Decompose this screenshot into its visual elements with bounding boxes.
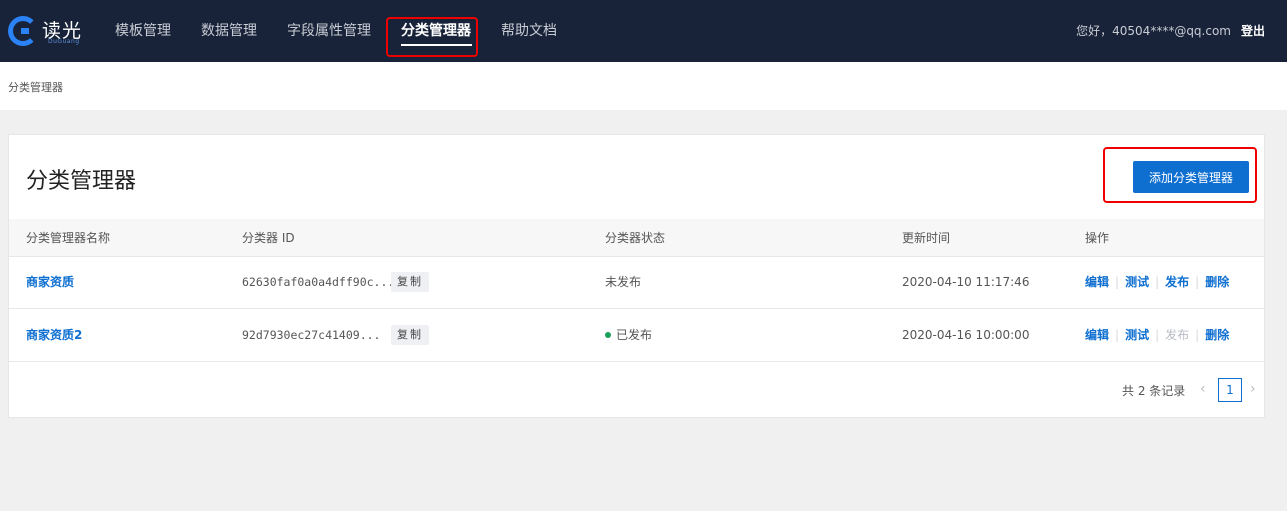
classifier-name-link[interactable]: 商家资质2 — [26, 309, 82, 362]
pagination-total: 共 2 条记录 — [1122, 384, 1186, 398]
nav-item-classifier-manager[interactable]: 分类管理器 — [401, 0, 471, 62]
published-dot-icon — [605, 332, 611, 338]
edit-link[interactable]: 编辑 — [1085, 328, 1109, 342]
header-id: 分类器 ID — [242, 231, 295, 245]
header-actions: 操作 — [1085, 231, 1110, 245]
classifier-id: 62630faf0a0a4dff90c... — [242, 275, 395, 289]
top-navbar: 读光 DuGuang 模板管理 数据管理 字段属性管理 分类管理器 帮助文档 您… — [0, 0, 1287, 62]
status-text: 已发布 — [616, 328, 653, 342]
row-actions: 编辑 | 测试 | 发布 | 删除 — [1085, 328, 1230, 342]
header-status: 分类器状态 — [605, 231, 666, 245]
nav-item-field-attributes[interactable]: 字段属性管理 — [287, 0, 371, 62]
header-name: 分类管理器名称 — [26, 231, 111, 245]
logo-icon — [8, 16, 38, 46]
nav-item-templates[interactable]: 模板管理 — [115, 0, 171, 62]
brand-subtitle: DuGuang — [48, 38, 80, 45]
edit-link[interactable]: 编辑 — [1085, 275, 1109, 289]
delete-link[interactable]: 删除 — [1205, 275, 1229, 289]
brand-logo[interactable]: 读光 DuGuang — [8, 14, 82, 48]
status-cell: 已发布 — [605, 309, 652, 362]
chevron-left-icon[interactable]: ‹ — [1200, 381, 1206, 397]
page-title: 分类管理器 — [26, 169, 137, 194]
classifier-name-link[interactable]: 商家资质 — [26, 256, 74, 309]
header-updated: 更新时间 — [902, 231, 951, 245]
breadcrumb: 分类管理器 — [8, 81, 63, 94]
breadcrumb-bar: 分类管理器 — [0, 62, 1287, 110]
nav-active-underline — [401, 44, 472, 46]
updated-time: 2020-04-16 10:00:00 — [902, 328, 1030, 342]
page-button-1[interactable]: 1 — [1218, 378, 1242, 402]
test-link[interactable]: 测试 — [1125, 328, 1149, 342]
table-header: 分类管理器名称 分类器 ID 分类器状态 更新时间 操作 — [9, 219, 1264, 257]
copy-id-button[interactable]: 复制 — [391, 325, 429, 345]
nav-item-help[interactable]: 帮助文档 — [501, 0, 557, 62]
test-link[interactable]: 测试 — [1125, 275, 1149, 289]
classifier-id: 92d7930ec27c41409... — [242, 328, 381, 342]
copy-id-button[interactable]: 复制 — [391, 272, 429, 292]
row-actions: 编辑 | 测试 | 发布 | 删除 — [1085, 275, 1230, 289]
publish-link[interactable]: 发布 — [1165, 275, 1189, 289]
publish-link-disabled: 发布 — [1165, 328, 1190, 342]
table-row: 商家资质2 92d7930ec27c41409... 复制 已发布 2020-0… — [9, 309, 1264, 362]
logout-link[interactable]: 登出 — [1241, 0, 1265, 62]
chevron-right-icon[interactable]: › — [1250, 381, 1256, 397]
user-greeting: 您好，40504****@qq.com — [1076, 24, 1231, 38]
status-text: 未发布 — [605, 275, 642, 289]
nav-item-data[interactable]: 数据管理 — [201, 0, 257, 62]
updated-time: 2020-04-10 11:17:46 — [902, 275, 1030, 289]
add-classifier-button[interactable]: 添加分类管理器 — [1133, 161, 1249, 193]
delete-link[interactable]: 删除 — [1205, 328, 1229, 342]
classifier-card: 分类管理器 添加分类管理器 分类管理器名称 分类器 ID 分类器状态 更新时间 … — [8, 134, 1265, 418]
table-row: 商家资质 62630faf0a0a4dff90c... 复制 未发布 2020-… — [9, 256, 1264, 309]
